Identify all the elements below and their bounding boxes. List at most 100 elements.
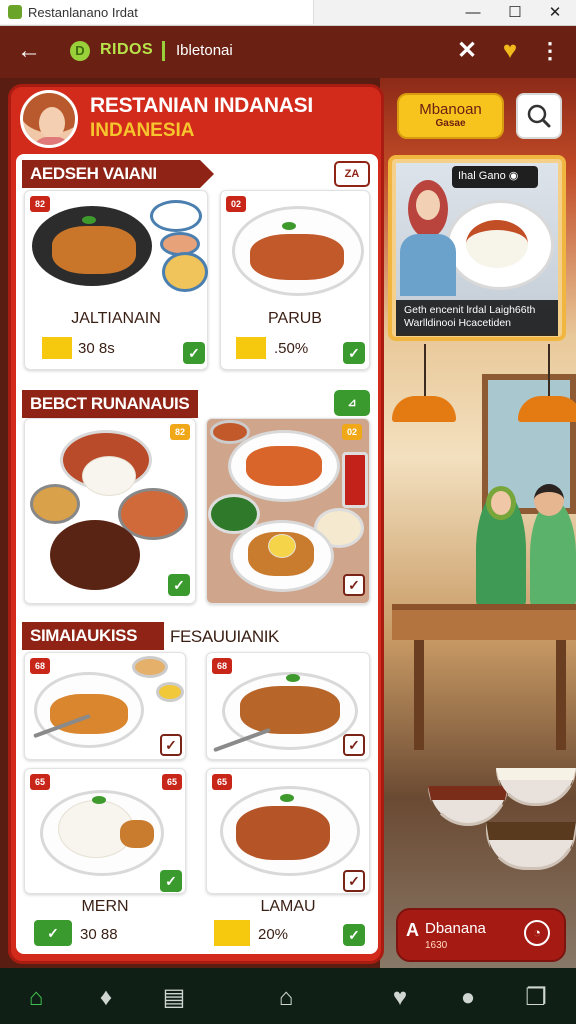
diner-man-figure — [530, 500, 576, 610]
garnish — [282, 222, 296, 230]
section-tag-arrow — [200, 160, 214, 188]
nav-tag-icon[interactable]: ♦ — [90, 982, 122, 1014]
checkbox[interactable]: ✓ — [183, 342, 205, 364]
price-swatch — [42, 337, 72, 359]
item-number: 02 — [342, 424, 362, 440]
order-button[interactable]: Mbanoan Gasae — [397, 93, 504, 139]
hanging-lamp — [518, 396, 576, 422]
garnish — [82, 216, 96, 224]
photo-rice-dish — [466, 220, 528, 268]
chat-prefix: A — [406, 920, 419, 940]
chat-subtitle: 1630 — [425, 940, 448, 951]
brand-logo-icon: D — [70, 41, 90, 61]
checkbox[interactable]: ✓ — [343, 734, 365, 756]
app-tab[interactable]: Restanlanano Irdat — [0, 0, 314, 24]
section-title-2: BEBCT RUNANAUIS — [22, 390, 198, 418]
page-title: RESTANIAN INDANASI — [90, 94, 313, 117]
item-number: 82 — [170, 424, 190, 440]
checkbox[interactable]: ✓ — [343, 924, 365, 946]
price-swatch — [214, 920, 250, 946]
dish-name: MERN — [81, 898, 129, 915]
dish-name: PARUB — [268, 310, 322, 327]
nav-wallet-icon[interactable]: ▤ — [158, 982, 190, 1014]
brand-divider — [162, 41, 165, 61]
dish-pan — [50, 520, 140, 590]
favorite-heart-icon[interactable]: ♥ — [496, 37, 524, 65]
chat-title: Dbanana — [425, 920, 486, 937]
more-vertical-icon[interactable]: ⋮ — [538, 37, 562, 65]
search-button[interactable] — [516, 93, 562, 139]
garnish — [286, 674, 300, 682]
section-title-3-secondary: FESAUUIANIK — [170, 627, 279, 646]
diner-man-head — [534, 484, 564, 516]
sauce-bowl — [132, 656, 168, 678]
dish-food — [250, 234, 344, 280]
app-header: ← D RIDOS Ibletonai ✕ ♥ ⋮ — [0, 26, 576, 78]
window-title: Restanlanano Irdat — [28, 5, 138, 20]
dish-food — [52, 226, 136, 274]
back-arrow-icon[interactable]: ← — [14, 36, 44, 66]
checkbox[interactable]: ✓ — [34, 920, 72, 946]
side-bowl — [30, 484, 80, 524]
checkbox[interactable]: ✓ — [343, 574, 365, 596]
dish-price: 30 8s — [78, 340, 115, 357]
photo-woman-figure — [400, 180, 456, 298]
maximize-button[interactable]: ☐ — [500, 2, 530, 24]
close-x-icon[interactable]: ✕ — [453, 37, 481, 65]
minimize-button[interactable]: — — [458, 2, 488, 24]
item-number: 68 — [30, 658, 50, 674]
avatar[interactable] — [20, 90, 78, 148]
scene-table — [392, 604, 576, 640]
dish-food — [120, 820, 154, 848]
garnish — [280, 794, 294, 802]
brand-name: RIDOS — [100, 41, 154, 58]
photo-badge-label: Ihal Gano — [458, 170, 506, 182]
nav-home-icon[interactable]: ⌂ — [20, 982, 52, 1014]
hanging-lamp — [392, 396, 456, 422]
order-button-label: Mbanoan — [419, 101, 482, 118]
item-number: 68 — [212, 658, 232, 674]
side-bowl — [162, 252, 208, 292]
checkbox[interactable]: ✓ — [343, 342, 365, 364]
item-number: 02 — [226, 196, 246, 212]
section-title-1: AEDSEH VAIANI — [22, 160, 200, 188]
page-subtitle: INDANESIA — [90, 120, 195, 141]
order-button-sublabel: Gasae — [435, 118, 466, 129]
close-window-button[interactable]: ✕ — [540, 2, 570, 24]
dish-price: 30 88 — [80, 926, 118, 943]
dish-food — [246, 446, 322, 486]
rice-mound — [82, 456, 136, 496]
checkbox[interactable]: ✓ — [343, 870, 365, 892]
table-leg — [414, 640, 424, 750]
lamp-cord — [548, 344, 550, 396]
dish-price: 20% — [258, 926, 289, 943]
checkbox[interactable]: ✓ — [168, 574, 190, 596]
photo-caption: Geth encenit lrdal Laigh66th Warlldinooi… — [396, 300, 558, 336]
section-2-corner-button[interactable]: ⊿ — [334, 390, 370, 416]
section-1-corner-button[interactable]: ZA — [334, 161, 370, 187]
item-number: 82 — [30, 196, 50, 212]
search-icon — [527, 104, 551, 128]
drink-glass — [342, 452, 368, 508]
checkbox[interactable]: ✓ — [160, 870, 182, 892]
section-title-3: SIMAIAUKISS — [22, 622, 164, 650]
lamp-cord — [424, 344, 426, 396]
price-swatch — [236, 337, 266, 359]
dish-food — [236, 806, 330, 860]
clock-icon[interactable]: ◔ — [524, 920, 550, 946]
nav-house-icon[interactable]: ⌂ — [270, 982, 302, 1014]
dish-food — [240, 686, 340, 734]
dish-name: JALTIANAIN — [71, 310, 161, 327]
checkbox[interactable]: ✓ — [160, 734, 182, 756]
egg — [268, 534, 296, 558]
table-leg — [556, 640, 566, 750]
header-subtitle: Ibletonai — [176, 42, 233, 59]
nav-chat-icon[interactable]: ● — [452, 982, 484, 1014]
nav-copy-icon[interactable]: ❐ — [520, 982, 552, 1014]
side-bowl — [150, 200, 202, 232]
photo-badge: Ihal Gano ◉ — [452, 166, 538, 188]
item-number-secondary: 65 — [162, 774, 182, 790]
window-titlebar: Restanlanano Irdat — ☐ ✕ — [0, 0, 576, 26]
item-number: 65 — [30, 774, 50, 790]
nav-heart-icon[interactable]: ♥ — [384, 982, 416, 1014]
